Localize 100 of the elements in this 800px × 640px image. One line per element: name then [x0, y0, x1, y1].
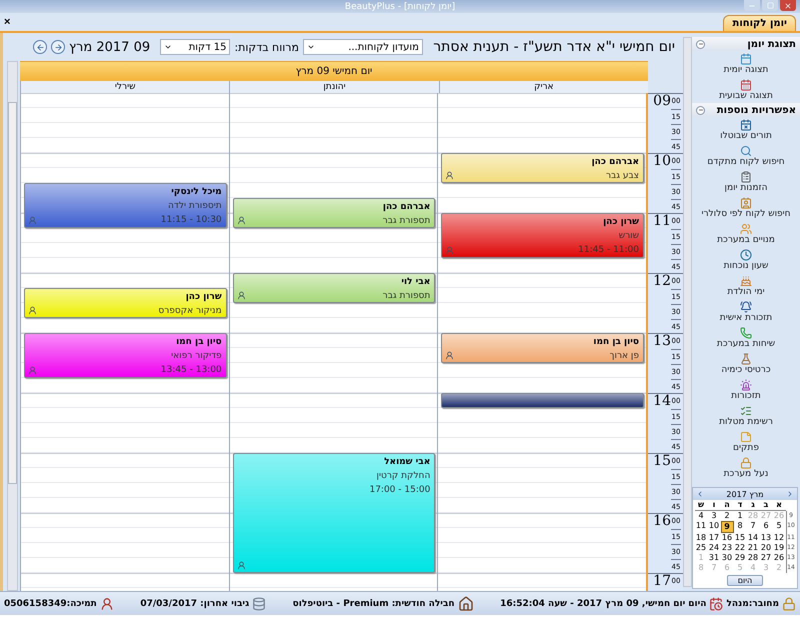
weekday-label: א [772, 500, 786, 511]
calendar-day[interactable]: 12 [772, 533, 786, 543]
calendar-day[interactable]: 31 [708, 553, 720, 563]
calendar-day[interactable]: 28 [746, 553, 760, 563]
calendar-day[interactable]: 7 [746, 521, 760, 533]
person-icon [445, 171, 454, 180]
clock-icon [740, 249, 752, 261]
sidebar-item[interactable]: תזכורת אישית [692, 299, 800, 325]
calendar-day[interactable]: 23 [720, 543, 734, 553]
calendar-day[interactable]: 16 [720, 533, 734, 543]
clipboard-icon [740, 171, 752, 183]
calendar-day[interactable]: 13 [760, 533, 772, 543]
sidebar-item[interactable]: הזמנות יומן [692, 169, 800, 195]
lock-icon [740, 457, 752, 469]
calendar-day[interactable]: 14 [746, 533, 760, 543]
person-icon [445, 351, 454, 360]
section-header[interactable]: אפשרויות נוספות [692, 103, 800, 117]
sidebar-item[interactable]: רשימת מטלות [692, 403, 800, 429]
calendar-day[interactable]: 27 [760, 553, 772, 563]
today-button[interactable]: היום [726, 575, 764, 586]
hour-label: 14 [653, 394, 671, 411]
calendar-day[interactable]: 22 [734, 543, 746, 553]
column-header: אריק [438, 81, 648, 93]
calendar-day[interactable]: 25 [694, 543, 708, 553]
calendar-day[interactable]: 15 [734, 533, 746, 543]
appointment[interactable]: סיון בן חמו פן ארוך [441, 333, 644, 363]
collapse-button[interactable] [696, 40, 705, 48]
sidebar-item[interactable]: תצוגה יומית [692, 51, 800, 77]
appointment[interactable]: שרון כהן מניקור אקספרס [24, 288, 227, 318]
calendar-day[interactable]: 1 [734, 511, 746, 521]
calendar-day[interactable]: 6 [760, 521, 772, 533]
calendar-icon [740, 53, 752, 65]
calendar-day[interactable]: 17 [708, 533, 720, 543]
club-select[interactable]: מועדון לקוחות... [302, 39, 423, 55]
close-icon [784, 2, 792, 10]
weekday-label: ש [694, 500, 708, 511]
calendar-day[interactable]: 4 [694, 511, 708, 521]
interval-label: מרווח בדקות: [234, 40, 299, 54]
section-title: תצוגת יומן [747, 38, 796, 50]
calendar-day[interactable]: 24 [708, 543, 720, 553]
hour-label: 09 [653, 94, 671, 111]
hour-label: 12 [653, 274, 671, 291]
sidebar-item[interactable]: פתקים [692, 429, 800, 455]
calendar-day[interactable]: 19 [772, 543, 786, 553]
sidebar-item[interactable]: ימי הולדת [692, 273, 800, 299]
appointment[interactable]: אברהם כהן תספורת גבר [232, 198, 436, 228]
phone-icon [740, 327, 752, 339]
interval-select[interactable]: 15 דקות [160, 39, 230, 55]
sidebar-item[interactable]: תזכורות [692, 377, 800, 403]
bell-icon [740, 301, 752, 313]
calendar-day[interactable]: 5 [772, 521, 786, 533]
client-name: סיון בן חמו [593, 336, 639, 349]
calendar-day[interactable]: 21 [746, 543, 760, 553]
close-button[interactable] [780, 0, 796, 11]
tab[interactable]: יומן לקוחות [723, 15, 796, 31]
collapse-button[interactable] [696, 106, 705, 114]
service-name: החלקת קרטין [376, 470, 430, 483]
sidebar-item[interactable]: מנויים במערכת [692, 221, 800, 247]
appointment[interactable]: אברהם כהן צבע גבר [441, 153, 644, 183]
note-icon [740, 431, 752, 443]
appointment-time: 11:00 - 11:45 [578, 244, 639, 257]
sidebar-item[interactable]: שעון נוכחות [692, 247, 800, 273]
calendar-day[interactable]: 10 [708, 521, 720, 533]
service-name: תספורת גבר [382, 215, 430, 228]
sidebar-item[interactable]: שיחות במערכת [692, 325, 800, 351]
previous-button[interactable] [33, 40, 47, 54]
calendar-day[interactable]: 18 [694, 533, 708, 543]
calendar-day[interactable]: 26 [772, 553, 786, 563]
calendar-week-icon [740, 79, 752, 91]
calendar-day[interactable]: 30 [720, 553, 734, 563]
appointment[interactable] [441, 393, 644, 408]
calendar-day[interactable]: 8 [734, 521, 746, 533]
next-month-icon[interactable] [786, 490, 794, 498]
close-tab-button[interactable]: × [4, 16, 10, 28]
section-header[interactable]: תצוגת יומן [692, 37, 800, 51]
calendar-day[interactable]: 9 [720, 521, 734, 533]
calendar-day[interactable]: 29 [734, 553, 746, 563]
month-title: מרץ 2017 [726, 490, 764, 498]
next-button[interactable] [51, 40, 65, 54]
column-header: שירלי [20, 81, 230, 93]
sidebar-item[interactable]: חיפוש לקוח מתקדם [692, 143, 800, 169]
service-name: מניקור אקספרס [158, 305, 222, 318]
sidebar-item[interactable]: נעל מערכת [692, 455, 800, 481]
client-name: אברהם כהן [592, 156, 639, 169]
sidebar-item[interactable]: כרטיסי כימיה [692, 351, 800, 377]
calendar-day[interactable]: 11 [694, 521, 708, 533]
sidebar-item[interactable]: תורים שבוטלו [692, 117, 800, 143]
calendar-day[interactable]: 3 [708, 511, 720, 521]
client-name: מיכל לינסקי [171, 186, 222, 199]
sidebar-item[interactable]: חיפוש לקוח לפי סלולרי [692, 195, 800, 221]
calendar-day[interactable]: 20 [760, 543, 772, 553]
weekday-label: ד [734, 500, 746, 511]
contact-card-icon [740, 197, 752, 209]
sidebar-item[interactable]: תצוגה שבועית [692, 77, 800, 103]
weekday-label: ג [746, 500, 760, 511]
appointment[interactable]: אבי לוי תספורת גבר [232, 273, 436, 303]
calendar-day[interactable]: 2 [720, 511, 734, 521]
day-header: יום חמישי 09 מרץ [20, 61, 648, 81]
calendar-cancel-icon [740, 119, 752, 131]
people-icon [740, 223, 752, 235]
